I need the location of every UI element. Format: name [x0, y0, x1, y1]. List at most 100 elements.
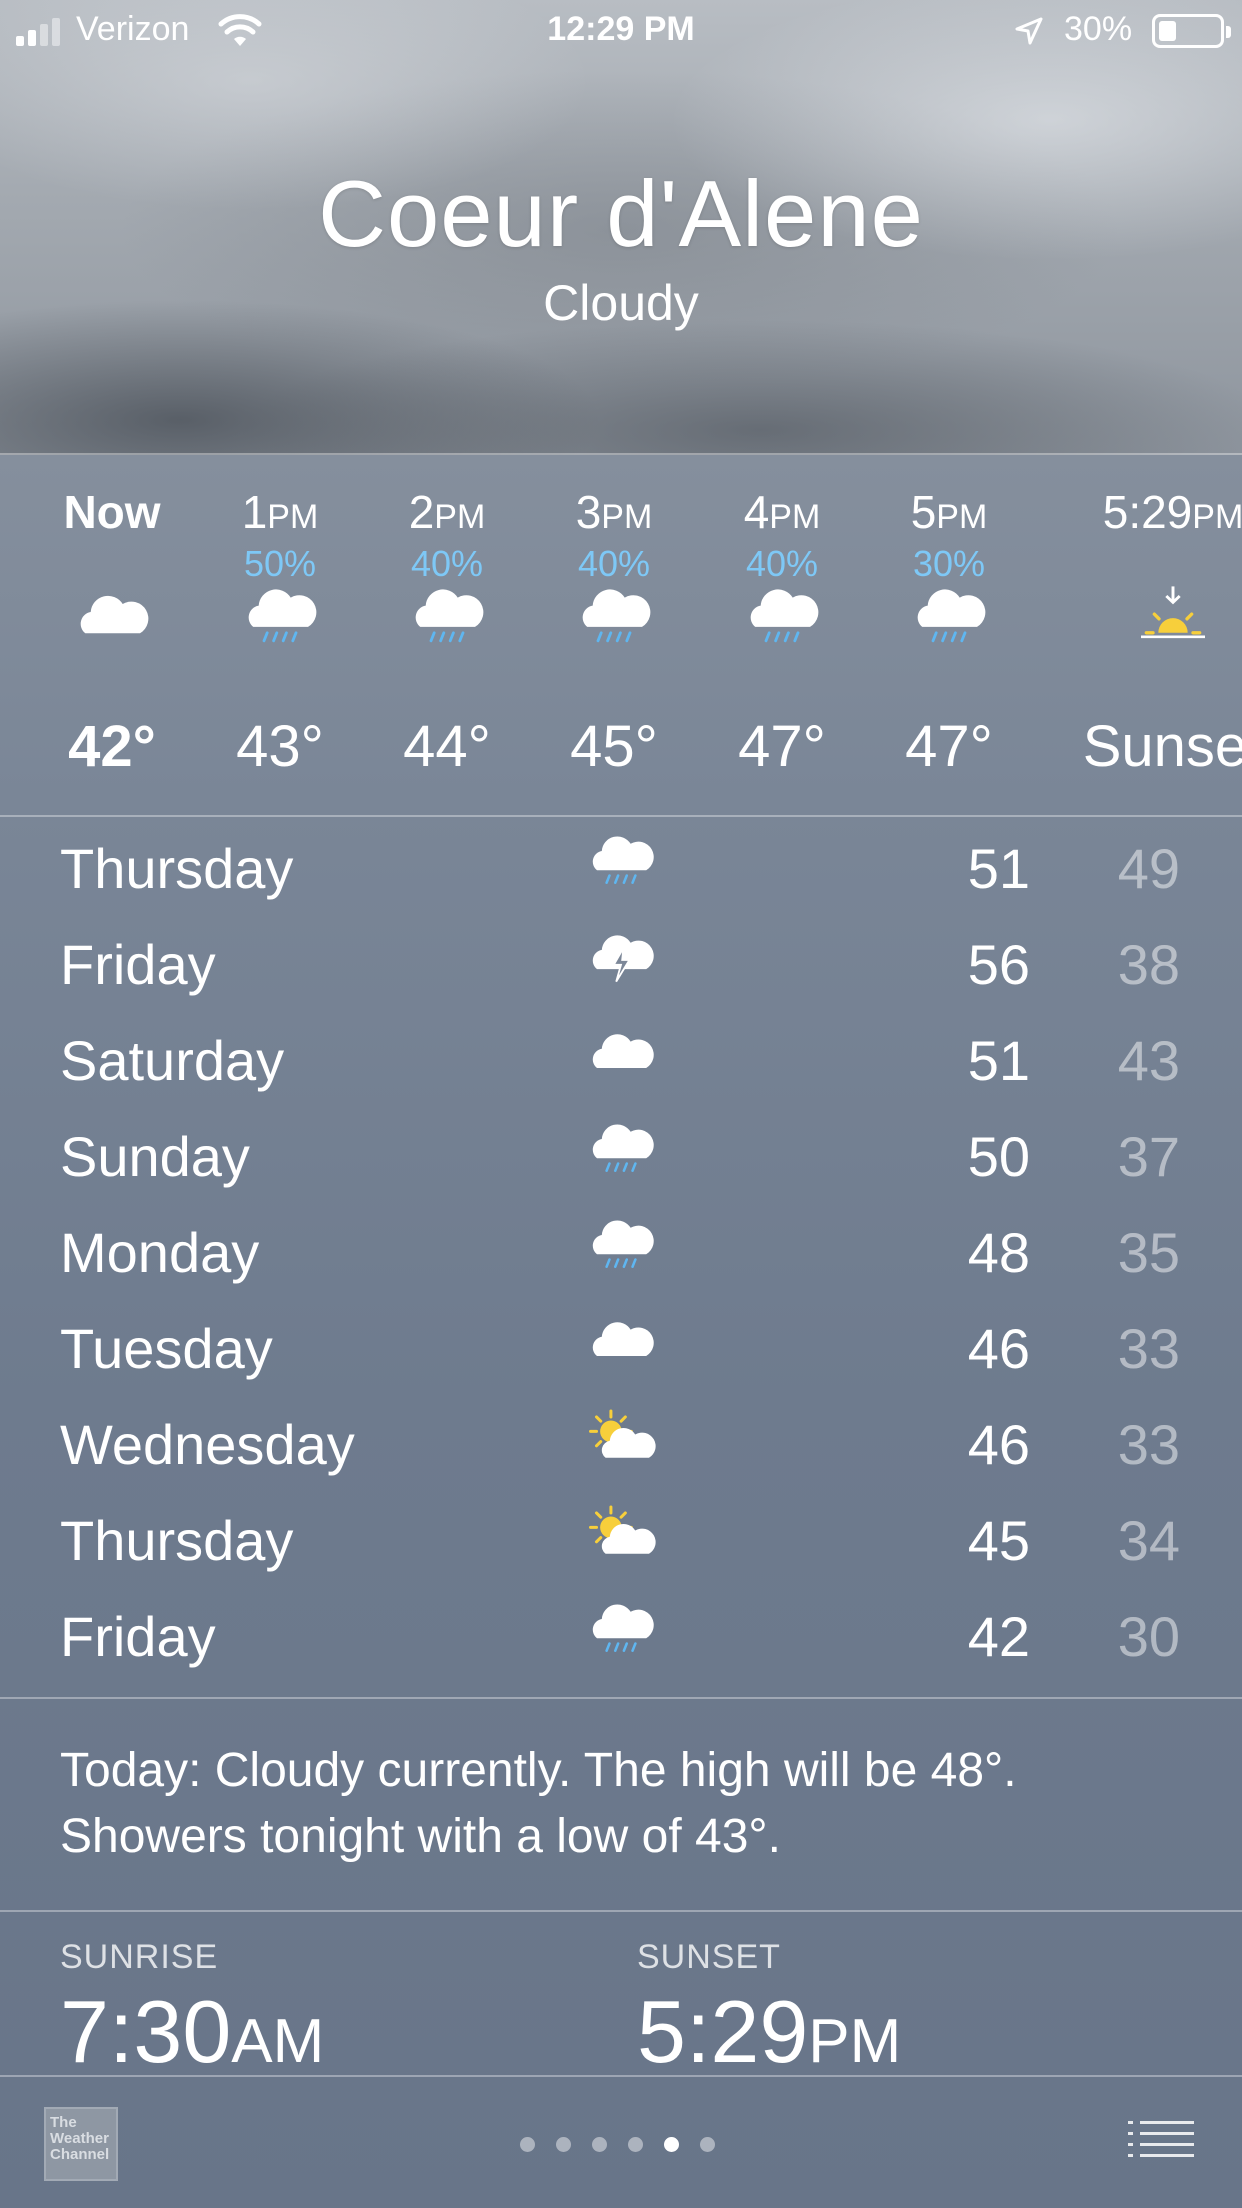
page-dot[interactable]: [520, 2137, 535, 2152]
rain-cloud-icon: [585, 1596, 657, 1673]
page-dot[interactable]: [664, 2137, 679, 2152]
city-name: Coeur d'Alene: [318, 161, 924, 266]
rain-cloud-icon: [585, 1116, 657, 1193]
location-arrow-icon: [1015, 17, 1043, 45]
rain-cloud-icon: [574, 580, 654, 665]
daily-row: Monday 48 35: [0, 1202, 1242, 1298]
high-temp: 51: [967, 837, 1030, 900]
high-temp: 46: [967, 1317, 1030, 1380]
hourly-item: Now 42°: [28, 455, 196, 815]
today-summary: Today: Cloudy currently. The high will b…: [60, 1738, 1200, 1870]
hour-temperature: 43°: [236, 714, 324, 779]
sunrise-block: SUNRISE 7:30AM: [60, 1938, 324, 2083]
high-temp: 45: [967, 1509, 1030, 1572]
daily-row: Friday 56 38: [0, 914, 1242, 1010]
footer-toolbar: The Weather Channel: [0, 2077, 1242, 2208]
divider: [0, 1697, 1242, 1699]
battery-percent: 30%: [1064, 10, 1133, 48]
battery-icon: [1152, 14, 1231, 48]
sunset-block: SUNSET 5:29PM: [637, 1938, 901, 2083]
hour-temperature: Sunset: [1082, 714, 1242, 779]
precip-chance: 30%: [912, 543, 986, 584]
partly-sunny-icon: [585, 1500, 657, 1577]
day-name: Friday: [60, 1605, 216, 1668]
low-temp: 38: [1117, 933, 1180, 996]
hour-temperature: 47°: [905, 714, 993, 779]
day-name: Monday: [60, 1221, 260, 1284]
daily-row: Saturday 51 43: [0, 1010, 1242, 1106]
high-temp: 48: [967, 1221, 1030, 1284]
cloud-icon: [585, 1020, 657, 1097]
partly-sunny-icon: [585, 1404, 657, 1481]
cloud-icon: [72, 580, 152, 665]
sunrise-label: SUNRISE: [60, 1938, 219, 1976]
daily-row: Tuesday 46 33: [0, 1298, 1242, 1394]
daily-row: Friday 42 30: [0, 1586, 1242, 1682]
rain-cloud-icon: [909, 580, 989, 665]
sunset-icon: [1133, 580, 1213, 665]
divider: [0, 1910, 1242, 1912]
day-name: Saturday: [60, 1029, 285, 1092]
high-temp: 46: [967, 1413, 1030, 1476]
daily-row: Wednesday 46 33: [0, 1394, 1242, 1490]
page-dot[interactable]: [592, 2137, 607, 2152]
day-name: Thursday: [60, 837, 294, 900]
hour-label: 5PM: [910, 486, 988, 538]
divider: [0, 815, 1242, 817]
thunderstorm-icon: [585, 924, 657, 1001]
hour-label: Now: [63, 486, 161, 538]
daily-row: Thursday 51 49: [0, 818, 1242, 914]
rain-cloud-icon: [585, 828, 657, 905]
low-temp: 35: [1117, 1221, 1180, 1284]
cloud-icon: [585, 1308, 657, 1385]
hourly-item: 5:29PM Sunset: [1068, 455, 1242, 815]
day-name: Thursday: [60, 1509, 294, 1572]
day-name: Friday: [60, 933, 216, 996]
low-temp: 34: [1117, 1509, 1180, 1572]
hour-temperature: 45°: [570, 714, 658, 779]
weather-channel-logo[interactable]: The Weather Channel: [44, 2107, 118, 2181]
hourly-item: 4PM 40% 47°: [698, 455, 866, 815]
page-dot[interactable]: [628, 2137, 643, 2152]
page-dot[interactable]: [556, 2137, 571, 2152]
city-list-icon[interactable]: [1128, 2119, 1194, 2159]
sunset-time: 5:29PM: [637, 1982, 902, 2081]
page-dot[interactable]: [700, 2137, 715, 2152]
hour-label: 1PM: [241, 486, 319, 538]
precip-chance: 40%: [577, 543, 651, 584]
hour-temperature: 47°: [738, 714, 826, 779]
hour-label: 5:29PM: [1102, 486, 1242, 538]
precip-chance: 40%: [410, 543, 484, 584]
hourly-item: 3PM 40% 45°: [530, 455, 698, 815]
low-temp: 30: [1117, 1605, 1180, 1668]
precip-chance: 40%: [745, 543, 819, 584]
summary-line: Showers tonight with a low of 43°.: [60, 1810, 781, 1863]
day-name: Sunday: [60, 1125, 250, 1188]
day-name: Tuesday: [60, 1317, 273, 1380]
sunset-label: SUNSET: [637, 1938, 781, 1976]
low-temp: 33: [1117, 1317, 1180, 1380]
hour-label: 4PM: [743, 486, 821, 538]
hour-temperature: 42°: [68, 714, 156, 779]
current-condition: Cloudy: [543, 275, 699, 331]
low-temp: 33: [1117, 1413, 1180, 1476]
precip-chance: 50%: [243, 543, 317, 584]
hourly-item: 2PM 40% 44°: [363, 455, 531, 815]
rain-cloud-icon: [742, 580, 822, 665]
status-time: 12:29 PM: [547, 10, 695, 48]
hour-label: 3PM: [575, 486, 653, 538]
rain-cloud-icon: [240, 580, 320, 665]
hour-temperature: 44°: [403, 714, 491, 779]
hourly-forecast[interactable]: Now 42° 1PM 50% 43° 2PM 40% 44° 3PM 40% 45° 4PM 40% 4…: [0, 455, 1242, 815]
high-temp: 42: [967, 1605, 1030, 1668]
low-temp: 49: [1117, 837, 1180, 900]
high-temp: 56: [967, 933, 1030, 996]
high-temp: 51: [967, 1029, 1030, 1092]
high-temp: 50: [967, 1125, 1030, 1188]
low-temp: 43: [1117, 1029, 1180, 1092]
hour-label: 2PM: [408, 486, 486, 538]
hourly-item: 5PM 30% 47°: [865, 455, 1033, 815]
rain-cloud-icon: [407, 580, 487, 665]
rain-cloud-icon: [585, 1212, 657, 1289]
daily-row: Thursday 45 34: [0, 1490, 1242, 1586]
